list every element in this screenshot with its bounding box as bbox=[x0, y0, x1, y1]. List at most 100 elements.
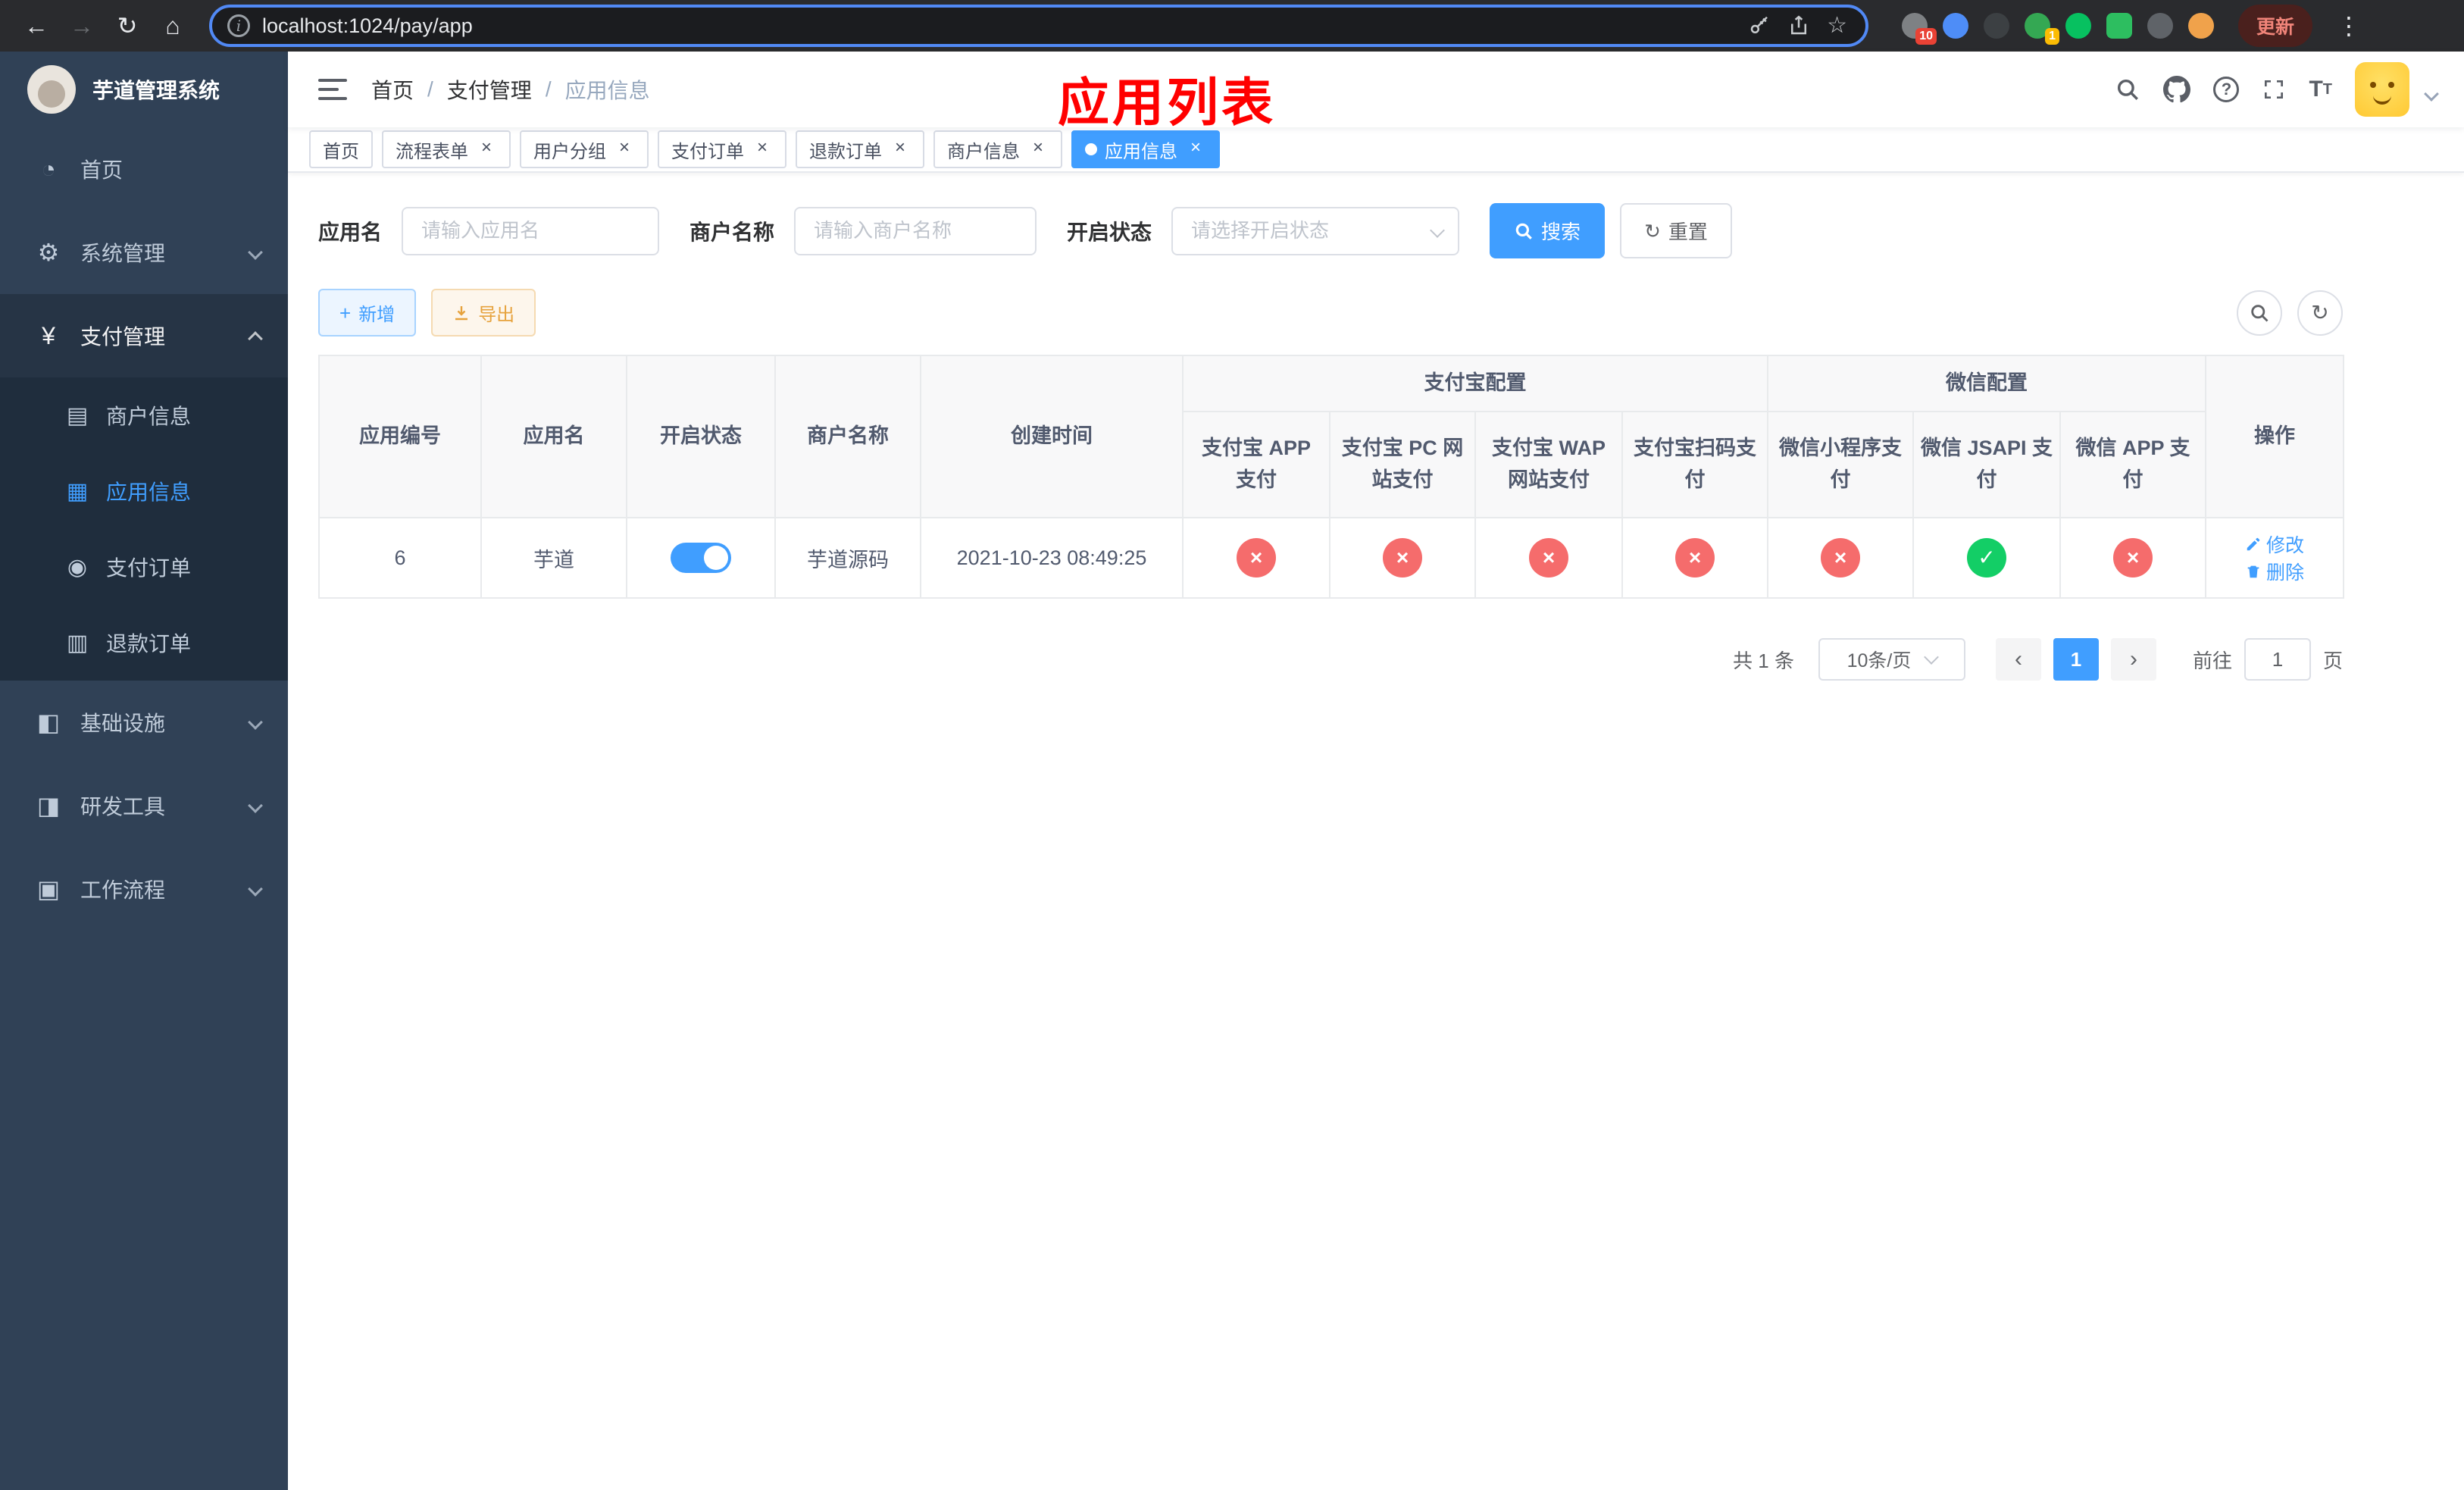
extension-dark-circle-icon[interactable] bbox=[1984, 13, 2009, 39]
hide-search-button[interactable] bbox=[2237, 290, 2282, 336]
toolbox-icon: ◨ bbox=[36, 792, 61, 819]
share-icon[interactable] bbox=[1787, 14, 1810, 37]
font-size-icon[interactable]: TT bbox=[2309, 78, 2332, 101]
refresh-button[interactable]: ↻ bbox=[2297, 290, 2343, 336]
sidebar-item-home[interactable]: ◔ 首页 bbox=[0, 127, 288, 211]
pagination-total: 共 1 条 bbox=[1733, 649, 1794, 672]
sidebar-subitem-merchant-info[interactable]: ▤ 商户信息 bbox=[0, 377, 288, 453]
avatar-caret-icon[interactable] bbox=[2424, 86, 2439, 102]
reset-button[interactable]: ↻ 重置 bbox=[1620, 203, 1732, 258]
page-1-button[interactable]: 1 bbox=[2053, 638, 2099, 681]
sidebar-item-dev-tools[interactable]: ◨ 研发工具 bbox=[0, 764, 288, 847]
status-switch[interactable] bbox=[671, 543, 731, 573]
prev-page-button[interactable]: ‹ bbox=[1995, 638, 2041, 681]
goto-page-input[interactable] bbox=[2244, 638, 2311, 681]
tab-pay-order[interactable]: 支付订单 × bbox=[658, 130, 786, 168]
app-name-input[interactable] bbox=[402, 206, 660, 255]
fullscreen-icon[interactable] bbox=[2262, 77, 2286, 102]
extension-face-icon[interactable] bbox=[2188, 13, 2214, 39]
tab-flow-form[interactable]: 流程表单 × bbox=[382, 130, 511, 168]
sidebar-subitem-refund-order[interactable]: ▥ 退款订单 bbox=[0, 605, 288, 681]
extension-green-badge-icon[interactable]: 1 bbox=[2025, 13, 2059, 45]
col-alipay-app: 支付宝 APP 支付 bbox=[1182, 411, 1330, 518]
top-navbar: 首页 / 支付管理 / 应用信息 应用列表 ? T T bbox=[288, 52, 2464, 132]
delete-button[interactable]: 删除 bbox=[2245, 558, 2304, 585]
group-alipay-config: 支付宝配置 bbox=[1182, 355, 1768, 412]
site-info-icon[interactable]: i bbox=[227, 14, 250, 37]
sidebar-item-payment[interactable]: ¥ 支付管理 bbox=[0, 294, 288, 377]
bank-card-icon: ▤ bbox=[66, 402, 89, 428]
disabled-cross-icon: × bbox=[1675, 538, 1715, 578]
close-icon[interactable]: × bbox=[614, 139, 635, 160]
tags-view-bar: 首页 流程表单 × 用户分组 × 支付订单 × 退款订单 × 商户信息 × 应用信息 × bbox=[288, 127, 2464, 173]
breadcrumb-payment[interactable]: 支付管理 bbox=[447, 74, 532, 105]
col-wechat-app: 微信 APP 支付 bbox=[2059, 411, 2206, 518]
browser-forward-icon[interactable]: → bbox=[61, 5, 103, 47]
close-icon[interactable]: × bbox=[752, 139, 773, 160]
app-logo-row[interactable]: 芋道管理系统 bbox=[0, 52, 288, 127]
sidebar-item-infrastructure[interactable]: ◧ 基础设施 bbox=[0, 681, 288, 764]
cell-merchant: 芋道源码 bbox=[774, 517, 921, 599]
user-avatar[interactable] bbox=[2355, 62, 2409, 117]
bookmark-star-icon[interactable]: ☆ bbox=[1827, 14, 1847, 37]
workflow-box-icon: ▣ bbox=[36, 875, 61, 903]
merchant-name-input[interactable] bbox=[794, 206, 1037, 255]
github-icon[interactable] bbox=[2163, 76, 2191, 103]
search-button[interactable]: 搜索 bbox=[1490, 203, 1606, 258]
url-text[interactable]: localhost:1024/pay/app bbox=[262, 14, 1736, 38]
extension-badge: 10 bbox=[1915, 28, 1937, 45]
disabled-cross-icon: × bbox=[2113, 538, 2153, 578]
status-select[interactable] bbox=[1171, 206, 1460, 255]
close-icon[interactable]: × bbox=[1185, 139, 1206, 160]
extension-puzzle-dark-icon[interactable] bbox=[2147, 13, 2173, 39]
search-icon[interactable] bbox=[2115, 77, 2140, 102]
sidebar-collapse-icon[interactable] bbox=[318, 79, 347, 100]
export-button[interactable]: 导出 bbox=[431, 289, 536, 337]
extension-pin-icon[interactable] bbox=[1943, 13, 1968, 39]
col-alipay-pc: 支付宝 PC 网站支付 bbox=[1329, 411, 1476, 518]
close-icon[interactable]: × bbox=[476, 139, 497, 160]
browser-update-button[interactable]: 更新 bbox=[2238, 5, 2313, 47]
browser-back-icon[interactable]: ← bbox=[15, 5, 58, 47]
next-page-button[interactable]: › bbox=[2110, 638, 2156, 681]
page-content: 应用名 商户名称 开启状态 搜索 bbox=[288, 173, 2464, 1490]
cell-app-id: 6 bbox=[318, 517, 482, 599]
extension-green-square-icon[interactable] bbox=[2106, 13, 2132, 39]
add-button[interactable]: + 新增 bbox=[318, 289, 417, 337]
browser-home-icon[interactable]: ⌂ bbox=[152, 5, 194, 47]
tab-refund-order[interactable]: 退款订单 × bbox=[796, 130, 924, 168]
col-wechat-jsapi: 微信 JSAPI 支付 bbox=[1912, 411, 2061, 518]
coin-icon: ◉ bbox=[67, 554, 88, 580]
sidebar-subitem-pay-order[interactable]: ◉ 支付订单 bbox=[0, 529, 288, 605]
breadcrumb-home[interactable]: 首页 bbox=[371, 74, 414, 105]
close-icon[interactable]: × bbox=[890, 139, 911, 160]
password-key-icon[interactable] bbox=[1748, 14, 1771, 37]
edit-button[interactable]: 修改 bbox=[2245, 531, 2304, 558]
chevron-down-icon bbox=[248, 715, 263, 730]
tab-app-info[interactable]: 应用信息 × bbox=[1071, 130, 1220, 168]
help-icon[interactable]: ? bbox=[2213, 77, 2240, 102]
browser-menu-icon[interactable]: ⋮ bbox=[2328, 11, 2370, 40]
enabled-check-icon: ✓ bbox=[1967, 538, 2006, 578]
tab-merchant-info[interactable]: 商户信息 × bbox=[933, 130, 1062, 168]
merchant-name-label: 商户名称 bbox=[689, 220, 775, 244]
tab-home[interactable]: 首页 bbox=[309, 130, 373, 168]
sidebar-item-system[interactable]: ⚙ 系统管理 bbox=[0, 211, 288, 294]
extension-puzzle-icon[interactable]: 10 bbox=[1902, 13, 1937, 45]
tab-user-group[interactable]: 用户分组 × bbox=[520, 130, 649, 168]
col-actions: 操作 bbox=[2205, 355, 2344, 518]
extensions-tray: 10 1 bbox=[1902, 13, 2214, 45]
col-merchant: 商户名称 bbox=[774, 355, 921, 518]
extension-wechat-icon[interactable] bbox=[2065, 13, 2091, 39]
group-wechat-config: 微信配置 bbox=[1767, 355, 2206, 412]
close-icon[interactable]: × bbox=[1027, 139, 1049, 160]
yen-icon: ¥ bbox=[42, 321, 55, 349]
goto-label: 前往 bbox=[2192, 649, 2232, 672]
page-size-select[interactable]: 10条/页 bbox=[1818, 638, 1965, 681]
status-label: 开启状态 bbox=[1067, 220, 1152, 244]
browser-toolbar: ← → ↻ ⌂ i localhost:1024/pay/app ☆ 10 1 更… bbox=[0, 0, 2464, 52]
sidebar-subitem-app-info[interactable]: ▦ 应用信息 bbox=[0, 453, 288, 529]
sidebar-item-workflow[interactable]: ▣ 工作流程 bbox=[0, 847, 288, 931]
browser-reload-icon[interactable]: ↻ bbox=[106, 5, 149, 47]
address-bar[interactable]: i localhost:1024/pay/app ☆ bbox=[209, 5, 1868, 47]
